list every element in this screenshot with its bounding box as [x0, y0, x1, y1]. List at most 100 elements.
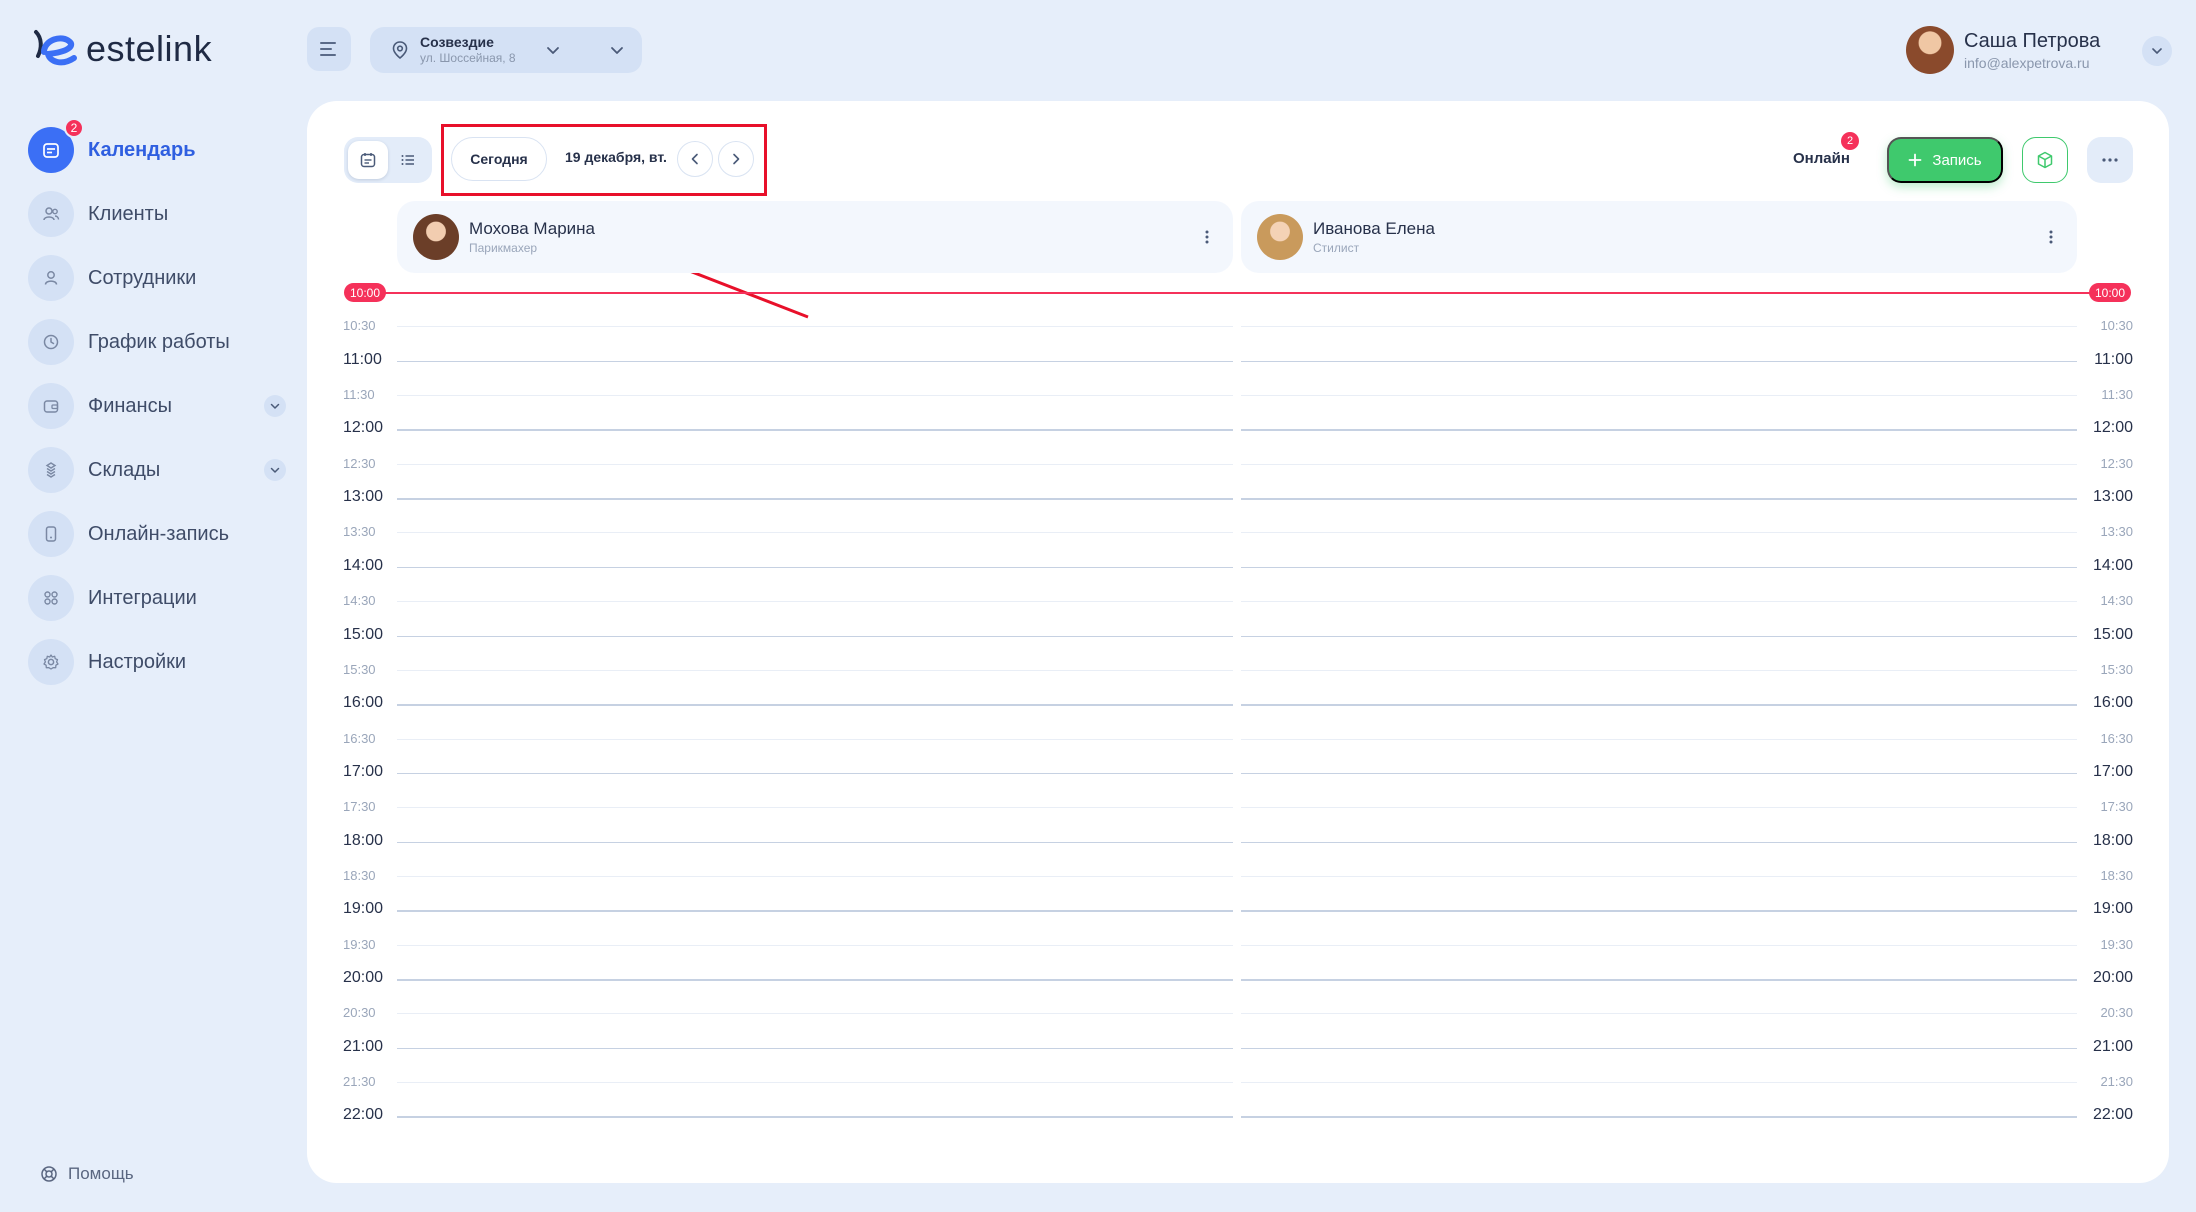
grid-icon	[28, 575, 74, 621]
time-label: 19:30	[343, 936, 376, 952]
sidebar-item-label: Календарь	[88, 138, 196, 161]
grid-line	[1241, 1082, 2077, 1084]
grid-line	[397, 601, 1233, 603]
clock-icon	[28, 319, 74, 365]
user-profile[interactable]: Саша Петрова info@alexpetrova.ru	[1906, 26, 2100, 74]
menu-toggle-button[interactable]	[307, 27, 351, 71]
grid-line	[397, 1013, 1233, 1015]
chevron-down-icon[interactable]	[264, 395, 286, 417]
grid-line	[1241, 704, 2077, 706]
time-label: 10:30	[2100, 318, 2133, 334]
time-label: 21:30	[343, 1074, 376, 1090]
sidebar-item-online-booking[interactable]: Онлайн-запись	[28, 502, 290, 566]
time-label: 20:30	[2100, 1005, 2133, 1021]
time-label: 20:00	[2092, 969, 2133, 986]
time-label: 15:30	[343, 661, 376, 677]
time-label: 18:00	[2092, 831, 2133, 849]
user-email: info@alexpetrova.ru	[1964, 54, 2090, 71]
time-label: 10:30	[343, 318, 376, 334]
sidebar-item-clients[interactable]: Клиенты	[28, 182, 290, 246]
sidebar-item-schedule[interactable]: График работы	[28, 310, 290, 374]
time-label: 11:00	[343, 350, 382, 368]
grid-line	[397, 360, 1233, 363]
grid-line	[1241, 979, 2077, 981]
grid-line	[1241, 498, 2077, 500]
location-selector[interactable]: Созвездие ул. Шоссейная, 8	[370, 27, 642, 73]
time-label: 15:00	[343, 625, 384, 643]
sidebar-item-employees[interactable]: Сотрудники	[28, 246, 290, 310]
time-label: 19:00	[343, 900, 384, 918]
grid-line	[1241, 463, 2077, 465]
time-label: 22:00	[343, 1106, 384, 1124]
time-label: 18:30	[343, 867, 376, 883]
current-time-badge-left: 10:00	[344, 283, 386, 302]
chevron-down-icon[interactable]	[544, 41, 562, 59]
grid-line	[397, 944, 1233, 946]
time-label: 11:00	[2094, 350, 2133, 368]
time-label: 17:00	[2092, 762, 2133, 780]
grid-line	[397, 841, 1233, 844]
time-label: 17:00	[343, 762, 384, 780]
time-label: 18:00	[343, 831, 384, 849]
sidebar-item-label: Интеграции	[88, 586, 197, 609]
chevron-down-icon[interactable]	[264, 459, 286, 481]
grid-line	[397, 704, 1233, 706]
sidebar-item-calendar[interactable]: 2 Календарь	[28, 118, 290, 182]
time-label: 16:30	[343, 730, 376, 746]
sidebar-item-label: Сотрудники	[88, 266, 197, 289]
grid-line	[397, 807, 1233, 809]
time-label: 22:00	[2092, 1106, 2133, 1124]
grid-line	[1241, 772, 2077, 775]
current-time-badge-right: 10:00	[2089, 283, 2131, 302]
grid-line	[1241, 532, 2077, 534]
time-label: 12:00	[2092, 419, 2133, 437]
grid-line	[1241, 1013, 2077, 1015]
help-link[interactable]: Помощь	[40, 1164, 134, 1184]
calendar-panel: Сегодня 19 декабря, вт. Онлайн 2 Запись …	[307, 101, 2169, 1183]
grid-line	[1241, 360, 2077, 363]
sidebar-item-label: Настройки	[88, 650, 187, 673]
user-menu-button[interactable]	[2142, 36, 2172, 66]
sidebar-badge: 2	[64, 118, 84, 138]
time-label: 18:30	[2100, 867, 2133, 883]
sidebar-item-settings[interactable]: Настройки	[28, 630, 290, 694]
time-label: 12:30	[2100, 455, 2133, 471]
time-label: 12:30	[343, 455, 376, 471]
grid-line	[1241, 429, 2077, 431]
grid-line	[397, 498, 1233, 500]
time-label: 11:30	[2101, 387, 2133, 403]
grid-line	[1241, 669, 2077, 671]
time-label: 13:00	[343, 488, 384, 506]
grid-line	[397, 1116, 1233, 1118]
sidebar-item-label: График работы	[88, 330, 230, 353]
grid-line	[397, 326, 1233, 328]
time-label: 21:00	[2092, 1037, 2133, 1055]
sidebar-item-label: Клиенты	[88, 202, 169, 225]
time-label: 11:30	[343, 387, 375, 403]
time-label: 13:30	[343, 524, 376, 540]
user-name: Саша Петрова	[1964, 29, 2101, 52]
grid-line	[397, 532, 1233, 534]
grid-line	[397, 979, 1233, 981]
grid-line	[1241, 395, 2077, 397]
sidebar-item-label: Онлайн-запись	[88, 522, 229, 545]
grid-line	[397, 1047, 1233, 1050]
sidebar-item-warehouses[interactable]: Склады	[28, 438, 290, 502]
time-label: 16:00	[2092, 694, 2133, 712]
location-name: Созвездие	[420, 33, 494, 50]
time-label: 12:00	[343, 419, 384, 437]
wallet-icon	[28, 383, 74, 429]
timeline-grid[interactable]: 10:30 10:30 11:00 11:00 11:30 11:30 12:00 12:00…	[307, 101, 2169, 1183]
time-label: 17:30	[2100, 799, 2133, 815]
sidebar-item-finance[interactable]: Финансы	[28, 374, 290, 438]
time-label: 14:30	[343, 593, 376, 609]
time-label: 21:30	[2100, 1074, 2133, 1090]
chevron-down-icon[interactable]	[608, 41, 626, 59]
time-label: 21:00	[343, 1037, 384, 1055]
sidebar-item-integrations[interactable]: Интеграции	[28, 566, 290, 630]
grid-line	[1241, 1116, 2077, 1118]
time-label: 20:00	[343, 969, 384, 986]
grid-line	[1241, 875, 2077, 877]
time-label: 13:30	[2100, 524, 2133, 540]
menu-icon	[320, 42, 336, 56]
